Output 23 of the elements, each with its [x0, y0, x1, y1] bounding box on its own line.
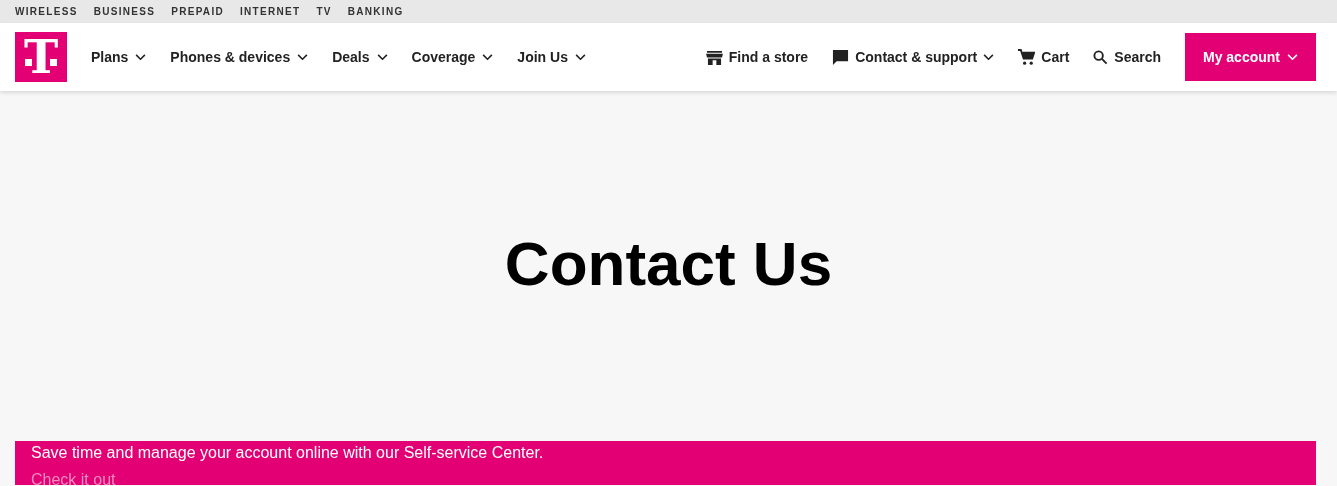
chat-icon [832, 48, 850, 66]
nav-item[interactable]: Deals [332, 49, 388, 65]
top-link[interactable]: WIRELESS [15, 6, 78, 17]
logo[interactable]: T [15, 32, 67, 82]
top-link[interactable]: INTERNET [240, 6, 301, 17]
top-link[interactable]: TV [316, 6, 332, 17]
nav-item[interactable]: Coverage [411, 49, 494, 65]
top-link[interactable]: PREPAID [171, 6, 224, 17]
nav-item[interactable]: Join Us [517, 49, 586, 65]
utility-link[interactable]: Search [1093, 48, 1161, 66]
nav-item[interactable]: Plans [91, 49, 147, 65]
page-title: Contact Us [504, 227, 833, 299]
top-link[interactable]: BUSINESS [93, 6, 156, 17]
cart-icon [1018, 48, 1036, 66]
utility-link[interactable]: Find a store [705, 48, 809, 66]
nav-item[interactable]: Phones & devices [170, 49, 309, 65]
search-icon [1093, 49, 1109, 65]
utility-link[interactable]: Cart [1018, 48, 1070, 66]
top-link[interactable]: BANKING [347, 6, 404, 17]
account-button[interactable]: My account [1185, 33, 1316, 81]
store-icon [705, 49, 723, 65]
banner-text: Save time and manage your account online with our Self-service Center. [31, 443, 544, 462]
utility-link[interactable]: Contact & support [832, 48, 995, 66]
